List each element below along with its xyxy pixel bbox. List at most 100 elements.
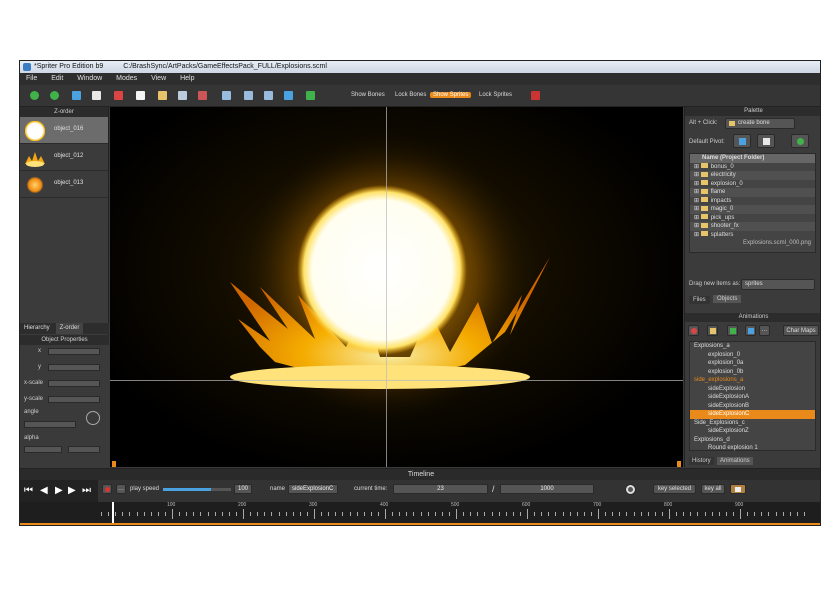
delete-icon[interactable] <box>114 91 123 100</box>
options-button[interactable]: … <box>116 484 126 494</box>
tab-animations[interactable]: Animations <box>717 457 753 465</box>
canvas-scroll-left[interactable] <box>112 461 116 467</box>
current-time-field[interactable]: 23 <box>393 484 488 494</box>
expand-icon[interactable]: ⊞ <box>694 189 701 195</box>
expand-icon[interactable]: ⊞ <box>694 172 701 178</box>
folder-item[interactable]: ⊞ splatters <box>690 231 815 240</box>
menu-file[interactable]: File <box>20 73 43 85</box>
menu-help[interactable]: Help <box>174 73 200 85</box>
tab-objects[interactable]: Objects <box>713 295 742 303</box>
animation-name-field[interactable]: sideExplosionC <box>288 484 338 494</box>
first-frame-icon[interactable]: ⏮ <box>24 485 33 496</box>
folder-item[interactable]: ⊞ impacts <box>690 197 815 206</box>
animation-item[interactable]: Round explosion 1 <box>690 444 815 453</box>
pivot-copy-button[interactable] <box>733 134 751 148</box>
lock-bones-button[interactable]: Lock Bones <box>392 92 429 98</box>
view-split-icon[interactable] <box>244 91 253 100</box>
animation-item[interactable]: sideExplosionB <box>690 402 815 411</box>
zorder-item[interactable]: object_016 <box>20 117 108 144</box>
tab-zorder[interactable]: Z-order <box>55 323 84 334</box>
angle-field[interactable] <box>24 421 76 428</box>
expand-icon[interactable] <box>306 91 315 100</box>
show-bones-button[interactable]: Show Bones <box>348 92 388 98</box>
folder-item[interactable]: ⊞ pick_ups <box>690 214 815 223</box>
export-icon[interactable] <box>198 91 207 100</box>
entity-item[interactable]: Explosions_a <box>690 342 815 351</box>
add-entity-button[interactable] <box>707 325 718 336</box>
entity-item[interactable]: side_explosions_a <box>690 376 815 385</box>
folder-item[interactable]: ⊞ shooter_fx <box>690 222 815 231</box>
angle-dial[interactable] <box>86 411 100 425</box>
expand-icon[interactable]: ⊞ <box>694 232 701 238</box>
key-selected-button[interactable]: key selected <box>653 484 696 494</box>
yscale-field[interactable] <box>48 396 100 403</box>
zorder-item[interactable]: object_013 <box>20 171 108 198</box>
xscale-field[interactable] <box>48 380 100 387</box>
duplicate-anim-button[interactable] <box>745 325 756 336</box>
pivot-paste-button[interactable] <box>757 134 775 148</box>
animation-item[interactable]: explosion_0a <box>690 359 815 368</box>
save-icon[interactable] <box>178 91 187 100</box>
refresh-button[interactable] <box>791 134 809 148</box>
entity-item[interactable]: Explosions_d <box>690 436 815 445</box>
play-speed-value[interactable]: 100 <box>234 484 252 494</box>
fit-view-icon[interactable] <box>284 91 293 100</box>
animation-item[interactable]: sideExplosionZ <box>690 427 815 436</box>
animation-item[interactable]: sideExplosionC <box>690 410 815 419</box>
entity-item[interactable]: Side_Explosions_c <box>690 419 815 428</box>
expand-icon[interactable]: ⊞ <box>694 215 701 221</box>
alpha-slider[interactable] <box>68 446 100 453</box>
undo-icon[interactable] <box>30 91 39 100</box>
x-field[interactable] <box>48 348 100 355</box>
drag-items-select[interactable]: sprites <box>741 279 815 290</box>
tab-files[interactable]: Files <box>689 296 710 304</box>
paste-icon[interactable] <box>92 91 101 100</box>
new-file-icon[interactable] <box>136 91 145 100</box>
menu-view[interactable]: View <box>145 73 172 85</box>
canvas-scroll-right[interactable] <box>677 461 681 467</box>
add-animation-button[interactable] <box>727 325 738 336</box>
expand-icon[interactable]: ⊞ <box>694 181 701 187</box>
tree-header[interactable]: Name (Project Folder) <box>690 154 815 163</box>
tab-hierarchy[interactable]: Hierarchy <box>20 323 54 334</box>
char-maps-button[interactable]: Char Maps <box>783 325 819 336</box>
expand-icon[interactable]: ⊞ <box>694 164 701 170</box>
folder-item[interactable]: ⊞ magic_0 <box>690 205 815 214</box>
magnet-icon[interactable] <box>531 91 540 100</box>
create-bone-button[interactable]: create bone <box>725 118 795 129</box>
next-frame-icon[interactable]: ▶ <box>68 485 76 496</box>
copy-icon[interactable] <box>72 91 81 100</box>
prev-frame-icon[interactable]: ◀ <box>40 485 48 496</box>
animation-item[interactable]: sideExplosionA <box>690 393 815 402</box>
zorder-item[interactable]: object_012 <box>20 144 108 171</box>
menu-edit[interactable]: Edit <box>45 73 69 85</box>
alpha-field[interactable] <box>24 446 62 453</box>
tab-history[interactable]: History <box>689 457 714 465</box>
sprite-canvas[interactable] <box>110 107 683 467</box>
folder-item[interactable]: ⊞ flame <box>690 188 815 197</box>
view-single-icon[interactable] <box>222 91 231 100</box>
folder-item[interactable]: ⊞ electricity <box>690 171 815 180</box>
record-button[interactable] <box>102 484 112 494</box>
open-folder-icon[interactable] <box>158 91 167 100</box>
animation-item[interactable]: sideExplosion <box>690 385 815 394</box>
last-frame-icon[interactable]: ⏭ <box>82 485 91 496</box>
animation-item[interactable]: explosion_0 <box>690 351 815 360</box>
file-row[interactable]: Explosions.scml_000.png <box>690 239 815 248</box>
delete-anim-button[interactable] <box>688 325 699 336</box>
more-button[interactable]: … <box>759 325 770 336</box>
key-all-button[interactable]: key all <box>701 484 725 494</box>
expand-icon[interactable]: ⊞ <box>694 198 701 204</box>
folder-item[interactable]: ⊞ bonus_0 <box>690 163 815 172</box>
show-sprites-button[interactable]: Show Sprites <box>430 92 472 98</box>
timeline-ruler[interactable]: 100 200 300 400 500 600 700 800 900 <box>20 502 820 525</box>
total-time-field[interactable]: 1000 <box>500 484 594 494</box>
expand-icon[interactable]: ⊞ <box>694 206 701 212</box>
menu-modes[interactable]: Modes <box>110 73 143 85</box>
animation-item[interactable]: explosion_0b <box>690 368 815 377</box>
settings-button[interactable] <box>625 484 636 495</box>
lock-sprites-button[interactable]: Lock Sprites <box>476 92 515 98</box>
redo-icon[interactable] <box>50 91 59 100</box>
expand-icon[interactable]: ⊞ <box>694 223 701 229</box>
folder-item[interactable]: ⊞ explosion_0 <box>690 180 815 189</box>
